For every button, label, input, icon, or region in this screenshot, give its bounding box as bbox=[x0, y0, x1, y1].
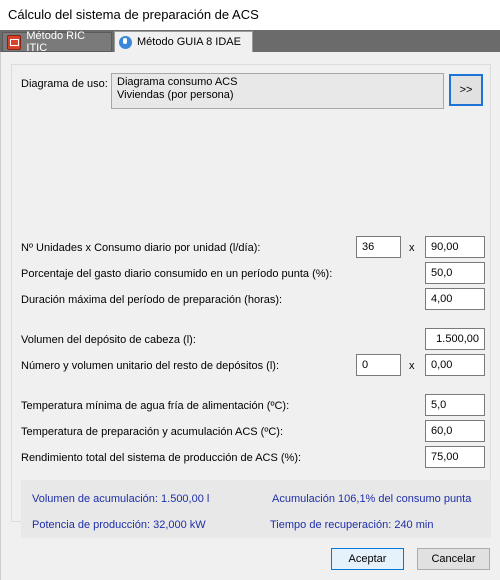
result-volumen: Volumen de acumulación: 1.500,00 l bbox=[32, 493, 210, 505]
main-panel: Diagrama de uso: Diagrama consumo ACS Vi… bbox=[0, 52, 500, 580]
rendimiento-input[interactable]: 75,00 bbox=[425, 446, 485, 468]
units-label: Nº Unidades x Consumo diario por unidad … bbox=[21, 242, 261, 254]
tab-strip: Método RIC ITIC Método GUIA 8 IDAE bbox=[0, 30, 500, 54]
tab-guia-8-idae-label: Método GUIA 8 IDAE bbox=[137, 36, 241, 48]
units-input[interactable]: 36 bbox=[356, 236, 401, 258]
porcentaje-label: Porcentaje del gasto diario consumido en… bbox=[21, 268, 333, 280]
diagram-line-1: Diagrama consumo ACS bbox=[117, 76, 238, 88]
title-bar: Cálculo del sistema de preparación de AC… bbox=[0, 0, 500, 30]
result-acumulacion: Acumulación 106,1% del consumo punta bbox=[272, 493, 472, 505]
duracion-label: Duración máxima del período de preparaci… bbox=[21, 294, 283, 306]
diagram-line-2: Viviendas (por persona) bbox=[117, 89, 234, 101]
tab-ric-itic[interactable]: Método RIC ITIC bbox=[2, 30, 112, 54]
temp-fria-label: Temperatura mínima de agua fría de alime… bbox=[21, 400, 290, 412]
rendimiento-label: Rendimiento total del sistema de producc… bbox=[21, 452, 302, 464]
temp-fria-input[interactable]: 5,0 bbox=[425, 394, 485, 416]
diagram-display: Diagrama consumo ACS Viviendas (por pers… bbox=[111, 73, 444, 109]
temp-prep-label: Temperatura de preparación y acumulación… bbox=[21, 426, 284, 438]
idae-icon bbox=[119, 35, 132, 49]
resto-multiply-sign: x bbox=[409, 360, 415, 372]
cancel-button[interactable]: Cancelar bbox=[417, 548, 490, 570]
window-title: Cálculo del sistema de preparación de AC… bbox=[8, 7, 259, 22]
resto-label: Número y volumen unitario del resto de d… bbox=[21, 360, 280, 372]
tab-ric-itic-label: Método RIC ITIC bbox=[26, 30, 86, 54]
duracion-input[interactable]: 4,00 bbox=[425, 288, 485, 310]
resto-num-input[interactable]: 0 bbox=[356, 354, 401, 376]
result-tiempo: Tiempo de recuperación: 240 min bbox=[270, 519, 434, 531]
accept-button[interactable]: Aceptar bbox=[331, 548, 404, 570]
volumen-cabeza-input[interactable]: 1.500,00 bbox=[425, 328, 485, 350]
diagram-select-button[interactable]: >> bbox=[449, 74, 483, 106]
result-potencia: Potencia de producción: 32,000 kW bbox=[32, 519, 206, 531]
units-multiply-sign: x bbox=[409, 242, 415, 254]
diagram-label: Diagrama de uso: bbox=[21, 78, 108, 90]
resto-vol-input[interactable]: 0,00 bbox=[425, 354, 485, 376]
ric-itic-icon bbox=[7, 34, 22, 50]
results-panel: Volumen de acumulación: 1.500,00 l Acumu… bbox=[21, 480, 491, 538]
temp-prep-input[interactable]: 60,0 bbox=[425, 420, 485, 442]
volumen-cabeza-label: Volumen del depósito de cabeza (l): bbox=[21, 334, 196, 346]
consumo-input[interactable]: 90,00 bbox=[425, 236, 485, 258]
tab-guia-8-idae[interactable]: Método GUIA 8 IDAE bbox=[114, 31, 253, 52]
porcentaje-input[interactable]: 50,0 bbox=[425, 262, 485, 284]
